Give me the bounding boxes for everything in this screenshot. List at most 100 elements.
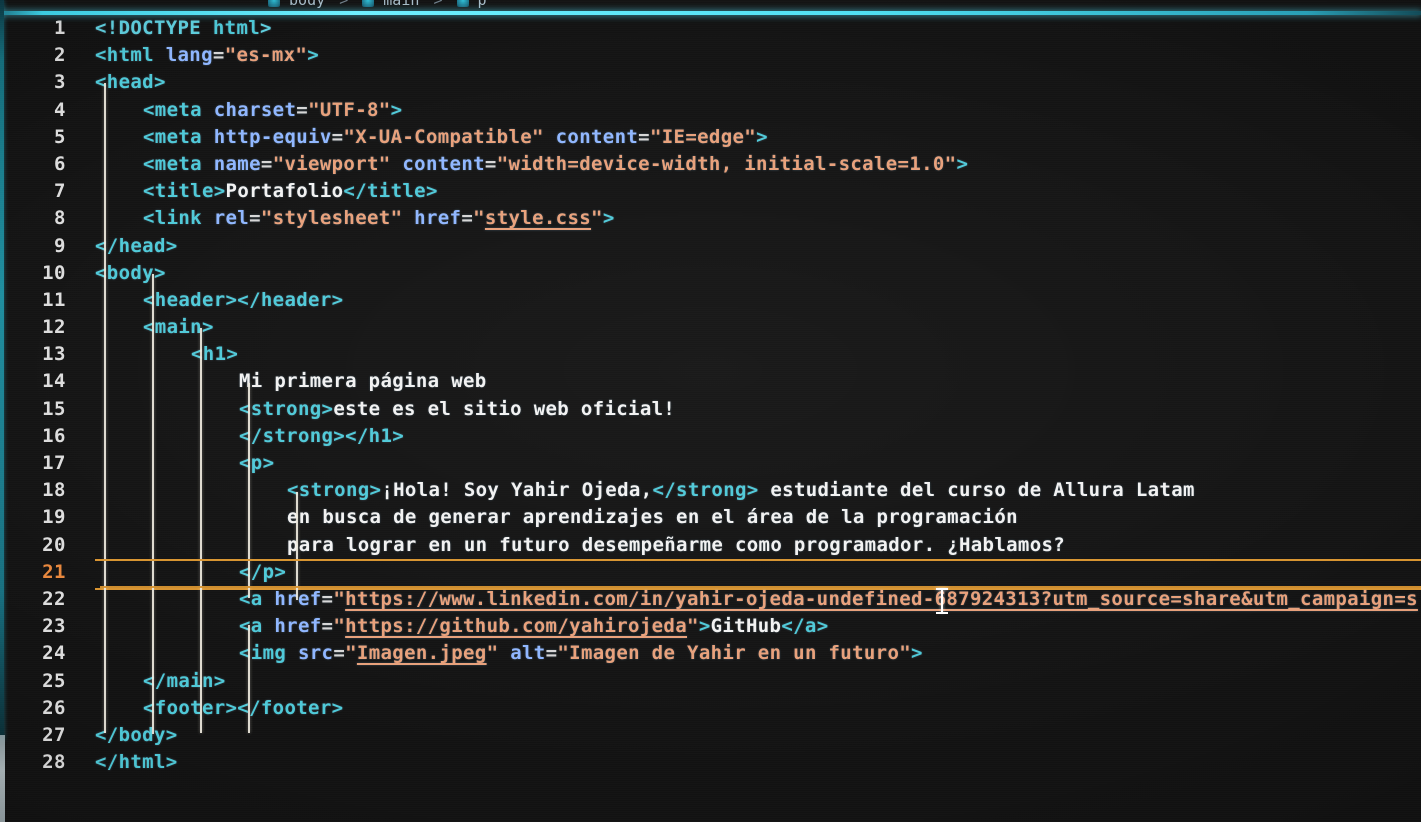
code-line-text[interactable]: <link rel="stylesheet" href="style.css"> bbox=[143, 205, 615, 232]
code-token: </main> bbox=[143, 669, 226, 692]
code-token: = bbox=[484, 152, 497, 175]
code-line-text[interactable]: <a href="https://www.linkedin.com/in/yah… bbox=[239, 586, 1418, 613]
code-token: <meta bbox=[143, 98, 214, 121]
code-line[interactable]: 20 para lograr en un futuro desempeñarme … bbox=[0, 532, 1421, 559]
code-token: <meta bbox=[143, 125, 214, 148]
code-token: html bbox=[212, 17, 261, 39]
code-line-text[interactable]: </html> bbox=[95, 749, 178, 776]
breadcrumb-item-p[interactable]: p bbox=[456, 0, 487, 9]
code-line-text[interactable]: <strong>¡Hola! Soy Yahir Ojeda,</strong>… bbox=[287, 477, 1195, 504]
code-line[interactable]: 1 <!DOCTYPE html> bbox=[0, 15, 1421, 42]
code-line[interactable]: 16 </strong></h1> bbox=[0, 423, 1421, 450]
code-line[interactable]: 13 <h1> bbox=[0, 341, 1421, 368]
code-line[interactable]: 25 </main> bbox=[0, 668, 1421, 695]
code-line-text[interactable]: en busca de generar aprendizajes en el á… bbox=[287, 504, 1018, 531]
indent-guide bbox=[152, 274, 154, 734]
code-line[interactable]: 17 <p> bbox=[0, 450, 1421, 477]
code-token: GitHub bbox=[710, 615, 782, 638]
html-tag-icon bbox=[362, 0, 375, 7]
code-line[interactable]: 4 <meta charset="UTF-8"> bbox=[0, 97, 1421, 124]
code-token: "width=device-width, initial-scale=1.0" bbox=[496, 152, 957, 175]
code-line[interactable]: 12 <main> bbox=[0, 314, 1421, 341]
code-line[interactable]: 2 <html lang="es-mx"> bbox=[0, 42, 1421, 69]
code-line-text[interactable]: </p> bbox=[239, 559, 286, 586]
line-number: 2 bbox=[54, 44, 66, 67]
code-line[interactable]: 3 <head> bbox=[0, 69, 1421, 96]
code-line[interactable]: 14 Mi primera página web bbox=[0, 368, 1421, 395]
breadcrumb-item-main[interactable]: main bbox=[362, 0, 428, 9]
code-token: </body> bbox=[95, 723, 178, 746]
breadcrumb-item-body[interactable]: body bbox=[268, 0, 334, 9]
code-line[interactable]: 27 </body> bbox=[0, 722, 1421, 749]
code-line-text[interactable]: <meta charset="UTF-8"> bbox=[143, 97, 402, 124]
breadcrumb-label: p bbox=[477, 0, 487, 9]
code-line[interactable]: 26 <footer></footer> bbox=[0, 695, 1421, 722]
line-number: 14 bbox=[42, 370, 66, 393]
code-line[interactable]: 22 <a href="https://www.linkedin.com/in/y… bbox=[0, 586, 1421, 613]
code-token: "X-UA-Compatible" bbox=[343, 125, 544, 148]
code-token: <link bbox=[143, 207, 214, 230]
code-line-text[interactable]: <p> bbox=[239, 450, 274, 477]
code-line-text[interactable]: <meta http-equiv="X-UA-Compatible" conte… bbox=[143, 124, 768, 151]
code-token: > bbox=[260, 17, 272, 39]
active-line-rule bbox=[100, 559, 1421, 561]
code-line-text[interactable]: <h1> bbox=[191, 341, 238, 368]
code-line-text[interactable]: </main> bbox=[143, 668, 226, 695]
code-line[interactable]: 18 <strong>¡Hola! Soy Yahir Ojeda,</stron… bbox=[0, 477, 1421, 504]
code-token: href bbox=[414, 207, 462, 230]
code-token: <p> bbox=[239, 452, 275, 474]
code-line-text[interactable]: </strong></h1> bbox=[239, 423, 404, 450]
code-line[interactable]: 15 <strong>este es el sitio web oficial! bbox=[0, 396, 1421, 423]
code-line-text[interactable]: <meta name="viewport" content="width=dev… bbox=[143, 151, 968, 178]
code-token: <a bbox=[239, 615, 275, 638]
indent-guide bbox=[200, 328, 202, 733]
code-token: = bbox=[212, 44, 225, 67]
code-token: lang bbox=[165, 44, 213, 67]
breadcrumb[interactable]: body > main > p bbox=[0, 0, 1421, 11]
code-token: = bbox=[461, 207, 474, 230]
editor-screen: body > main > p 1 <!DOCTYPE html> 2 <html l… bbox=[0, 0, 1421, 822]
code-line[interactable]: 23 <a href="https://github.com/yahirojeda… bbox=[0, 613, 1421, 640]
code-line-text[interactable]: <footer></footer> bbox=[143, 695, 343, 722]
code-line[interactable]: 5 <meta http-equiv="X-UA-Compatible" cont… bbox=[0, 124, 1421, 151]
code-line[interactable]: 28 </html> bbox=[0, 749, 1421, 776]
code-token: rel bbox=[213, 207, 250, 230]
code-line[interactable]: 6 <meta name="viewport" content="width=de… bbox=[0, 151, 1421, 178]
code-line[interactable]: 24 <img src="Imagen.jpeg" alt="Imagen de … bbox=[0, 640, 1421, 667]
line-number: 7 bbox=[54, 180, 66, 203]
code-token: > bbox=[756, 125, 768, 148]
code-line[interactable]: 10 <body> bbox=[0, 260, 1421, 287]
code-line-text[interactable]: <a href="https://github.com/yahirojeda">… bbox=[239, 613, 829, 640]
code-line[interactable]: 21 </p> bbox=[0, 558, 1421, 590]
code-line-text[interactable]: </head> bbox=[95, 233, 178, 260]
code-line-text[interactable]: <img src="Imagen.jpeg" alt="Imagen de Ya… bbox=[239, 640, 923, 667]
code-line-text[interactable]: </body> bbox=[95, 722, 178, 749]
code-token: </title> bbox=[343, 180, 438, 203]
code-line-text[interactable]: Mi primera página web bbox=[239, 368, 487, 395]
line-number: 13 bbox=[42, 343, 66, 366]
code-line-text[interactable]: <header></header> bbox=[143, 287, 343, 314]
code-line-text[interactable]: para lograr en un futuro desempeñarme co… bbox=[287, 532, 1065, 559]
code-token: > bbox=[956, 152, 969, 175]
code-line-text[interactable]: <!DOCTYPE html> bbox=[95, 15, 272, 42]
line-number: 17 bbox=[42, 452, 66, 474]
code-line-text[interactable]: <strong>este es el sitio web oficial! bbox=[239, 396, 675, 423]
code-token: > bbox=[602, 207, 615, 230]
code-line[interactable]: 7 <title>Portafolio</title> bbox=[0, 178, 1421, 205]
code-token: https://github.com/yahirojeda bbox=[345, 615, 688, 638]
code-token: content bbox=[555, 125, 639, 148]
code-line[interactable]: 11 <header></header> bbox=[0, 287, 1421, 314]
code-line[interactable]: 9 </head> bbox=[0, 233, 1421, 260]
code-line[interactable]: 8 <link rel="stylesheet" href="style.css"… bbox=[0, 205, 1421, 232]
code-token: " bbox=[473, 207, 485, 230]
code-token: <a bbox=[239, 587, 275, 610]
code-editor-area[interactable]: 1 <!DOCTYPE html> 2 <html lang="es-mx"> 3 <he… bbox=[0, 15, 1421, 822]
line-number: 26 bbox=[42, 696, 66, 719]
code-line[interactable]: 19 en busca de generar aprendizajes en el… bbox=[0, 504, 1421, 531]
code-token: para lograr en un futuro desempeñarme co… bbox=[287, 533, 1066, 556]
code-token: charset bbox=[213, 98, 297, 121]
code-line-text[interactable]: <html lang="es-mx"> bbox=[95, 42, 319, 69]
code-line-text[interactable]: <title>Portafolio</title> bbox=[143, 178, 438, 205]
